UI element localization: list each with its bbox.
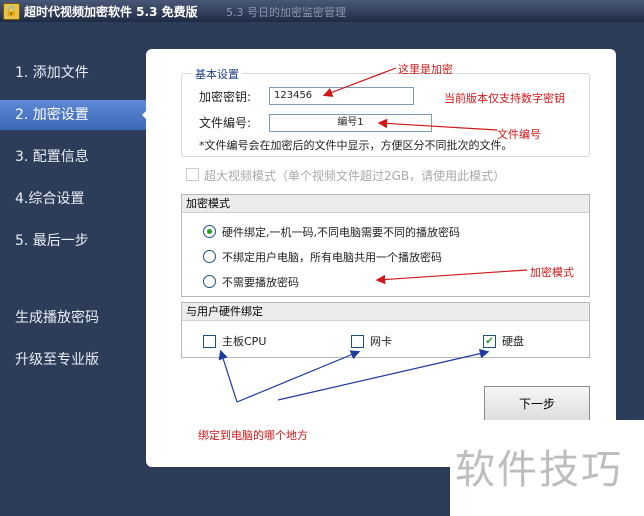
- app-lock-icon: 🔒: [3, 3, 20, 20]
- bind-disk-checkbox[interactable]: ✔: [483, 335, 496, 348]
- encrypt-mode-title: 加密模式: [182, 195, 589, 213]
- file-number-input[interactable]: 编号1: [269, 114, 432, 132]
- window-title: 超时代视频加密软件 5.3 免费版: [24, 5, 198, 19]
- encrypt-key-input[interactable]: 123456: [269, 87, 414, 105]
- sidebar-item-general-settings[interactable]: 4.综合设置: [0, 184, 150, 214]
- mode-radio-no-password[interactable]: [203, 275, 216, 288]
- annotation-encrypt-here: 这里是加密: [398, 63, 453, 76]
- window-subtitle-faded: 5.3 号日的加密监密管理: [226, 6, 346, 19]
- annotation-file-number: 文件编号: [497, 128, 541, 141]
- bind-cpu-checkbox[interactable]: [203, 335, 216, 348]
- sidebar-item-add-file[interactable]: 1. 添加文件: [0, 58, 150, 88]
- annotation-bind-which: 绑定到电脑的哪个地方: [198, 429, 308, 442]
- next-step-button[interactable]: 下一步: [484, 386, 590, 422]
- bind-cpu-label: 主板CPU: [222, 335, 267, 348]
- mode-radio-shared[interactable]: [203, 250, 216, 263]
- bind-disk-label: 硬盘: [502, 335, 524, 348]
- sidebar: 1. 添加文件 2. 加密设置 3. 配置信息 4.综合设置 5. 最后一步 生…: [0, 42, 150, 482]
- sidebar-item-final-step[interactable]: 5. 最后一步: [0, 226, 150, 256]
- mode-radio-hardware[interactable]: [203, 225, 216, 238]
- encrypt-mode-group: 加密模式 硬件绑定,一机一码,不同电脑需要不同的播放密码 不绑定用户电脑，所有电…: [181, 194, 590, 297]
- sidebar-item-upgrade-pro[interactable]: 升级至专业版: [0, 345, 150, 375]
- sidebar-item-encrypt-settings[interactable]: 2. 加密设置: [0, 100, 150, 130]
- file-number-label: 文件编号:: [199, 116, 252, 130]
- watermark-text: 软件技巧: [455, 447, 623, 493]
- mode-label-hardware: 硬件绑定,一机一码,不同电脑需要不同的播放密码: [222, 226, 460, 239]
- mode-label-shared: 不绑定用户电脑，所有电脑共用一个播放密码: [222, 251, 442, 264]
- file-number-hint: *文件编号会在加密后的文件中显示，方便区分不同批次的文件。: [199, 139, 513, 152]
- settings-panel: 基本设置 加密密钥: 123456 文件编号: 编号1 *文件编号会在加密后的文…: [146, 49, 616, 467]
- large-video-checkbox: [186, 168, 199, 181]
- header-band: [0, 22, 644, 42]
- bind-nic-label: 网卡: [370, 335, 392, 348]
- bind-nic-checkbox[interactable]: [351, 335, 364, 348]
- sidebar-item-config-info[interactable]: 3. 配置信息: [0, 142, 150, 172]
- title-bar: 🔒 超时代视频加密软件 5.3 免费版 5.3 号日的加密监密管理: [0, 0, 644, 22]
- mode-label-no-password: 不需要播放密码: [222, 276, 299, 289]
- sidebar-item-generate-password[interactable]: 生成播放密码: [0, 303, 150, 333]
- encrypt-key-label: 加密密钥:: [199, 90, 252, 104]
- hardware-binding-group: 与用户硬件绑定 主板CPU 网卡 ✔ 硬盘: [181, 302, 590, 358]
- basic-settings-legend: 基本设置: [192, 66, 242, 82]
- large-video-label: 超大视频模式（单个视频文件超过2GB，请使用此模式）: [204, 169, 506, 183]
- hardware-binding-title: 与用户硬件绑定: [182, 303, 589, 321]
- annotation-encrypt-mode: 加密模式: [530, 266, 574, 279]
- annotation-digits-only: 当前版本仅支持数字密钥: [444, 92, 565, 105]
